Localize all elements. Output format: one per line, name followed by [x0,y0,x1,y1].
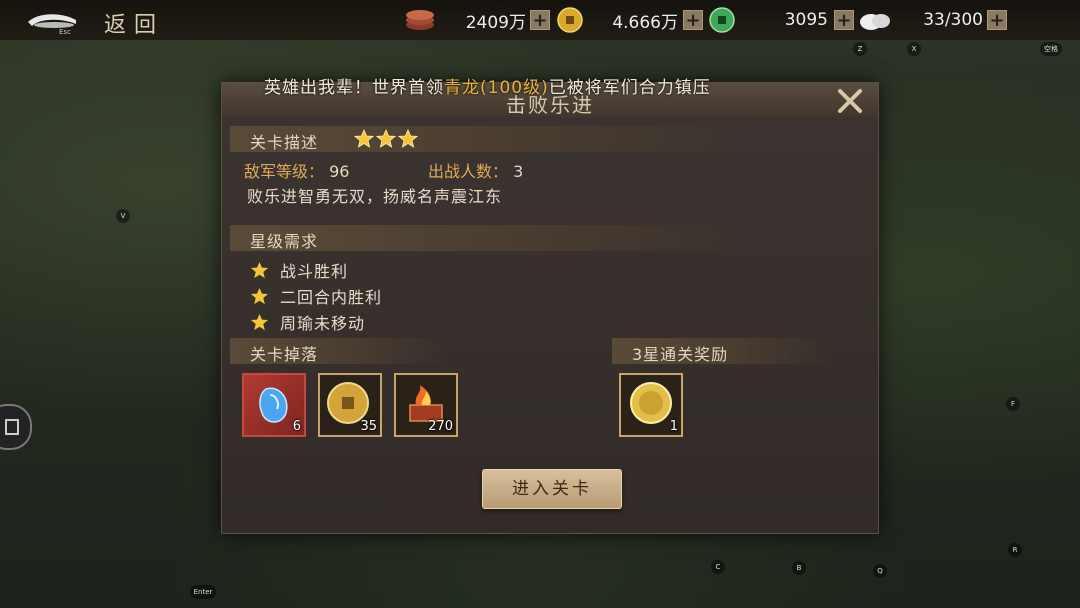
stage-description-text: 败乐进智勇无双，扬威名声震江东 [247,187,503,206]
star-icon [376,129,396,148]
key-hint-q: Q [873,564,887,578]
requirement-text: 二回合内胜利 [280,288,383,307]
stage-dialog: 击败乐进 关卡描述 敌军等级： 96 出战人数： 3 败乐进智勇无双，扬威名声震… [221,82,879,534]
gold-value: 4.666万 [612,12,678,33]
esc-key-hint: Esc [59,28,71,36]
jade-coin-icon [709,7,735,33]
item-count: 6 [292,419,301,434]
enemy-level-label: 敌军等级： [244,162,325,181]
copper-value: 2409万 [465,12,526,33]
requirement-text: 战斗胜利 [280,262,349,281]
star-icon [250,313,269,330]
back-arrow-icon[interactable] [24,8,80,32]
section-title: 关卡描述 [250,133,319,152]
key-hint-f: F [1006,397,1020,411]
gold-value-box: 4.666万 [588,9,678,33]
item-count: 1 [669,419,678,434]
close-icon[interactable] [836,87,864,115]
jade-value: 3095 [784,10,828,30]
enemy-level: 敌军等级： 96 [244,158,349,182]
section-title: 星级需求 [250,232,319,251]
enter-stage-button[interactable]: 进入关卡 [482,469,622,509]
requirement-item: 战斗胜利 [250,258,348,282]
key-hint-x: X [907,42,921,56]
key-hint-enter: Enter [190,585,216,599]
section-title: 关卡掉落 [250,345,319,364]
item-count: 35 [360,419,377,434]
add-stamina-button[interactable]: + [987,10,1007,30]
announcement-marquee: 英雄出我辈！世界首领青龙(100级)已被将军们合力镇压 [264,73,711,98]
add-gold-button[interactable]: + [683,10,703,30]
star-icon [250,287,269,304]
marquee-highlight: 青龙(100级) [444,78,549,98]
key-hint-r: R [1008,543,1022,557]
section-stage-description: 关卡描述 [230,126,750,152]
deploy-count-label: 出战人数： [428,162,509,181]
key-hint-c: C [711,560,725,574]
deploy-count-value: 3 [513,162,524,181]
stamina-value-box: 33/300 [895,9,983,31]
enemy-level-value: 96 [329,162,350,181]
top-bar: Esc 返回 2409万 + 4.666万 + 3095 + 33/300 + [0,0,1080,40]
add-copper-button[interactable]: + [530,10,550,30]
key-hint-v: V [116,209,130,223]
drop-item-blue-crystal[interactable]: 6 [242,373,306,437]
back-button-label[interactable]: 返回 [104,7,164,39]
requirement-text: 周瑜未移动 [280,314,366,333]
copper-value-box: 2409万 [440,9,526,33]
star-icon [398,129,418,148]
section-title: 3星通关奖励 [632,345,729,364]
gold-coin-icon [557,7,583,33]
key-hint-z: Z [853,42,867,56]
drop-item-gold-coin[interactable]: 35 [318,373,382,437]
stamina-bun-icon [860,14,890,30]
reward-item-gold-medal[interactable]: 1 [619,373,683,437]
requirement-item: 二回合内胜利 [250,284,382,308]
section-stage-drops: 关卡掉落 [230,338,450,364]
copper-coin-stack-icon [406,10,434,30]
stamina-value: 33/300 [923,10,983,30]
key-hint-b: B [792,561,806,575]
item-count: 270 [428,419,453,434]
section-star-requirements: 星级需求 [230,225,750,251]
drop-item-fire-chest[interactable]: 270 [394,373,458,437]
side-menu-icon[interactable] [0,404,32,450]
jade-value-box: 3095 [740,9,828,31]
stage-star-rating [354,129,418,149]
add-jade-button[interactable]: + [834,10,854,30]
deploy-count: 出战人数： 3 [428,158,523,182]
marquee-text: 英雄出我辈！世界首领 [264,78,444,98]
key-hint-space: 空格 [1040,42,1062,56]
requirement-item: 周瑜未移动 [250,310,365,334]
star-icon [250,261,269,278]
section-three-star-reward: 3星通关奖励 [612,338,832,364]
star-icon [354,129,374,148]
marquee-text: 已被将军们合力镇压 [548,78,711,98]
